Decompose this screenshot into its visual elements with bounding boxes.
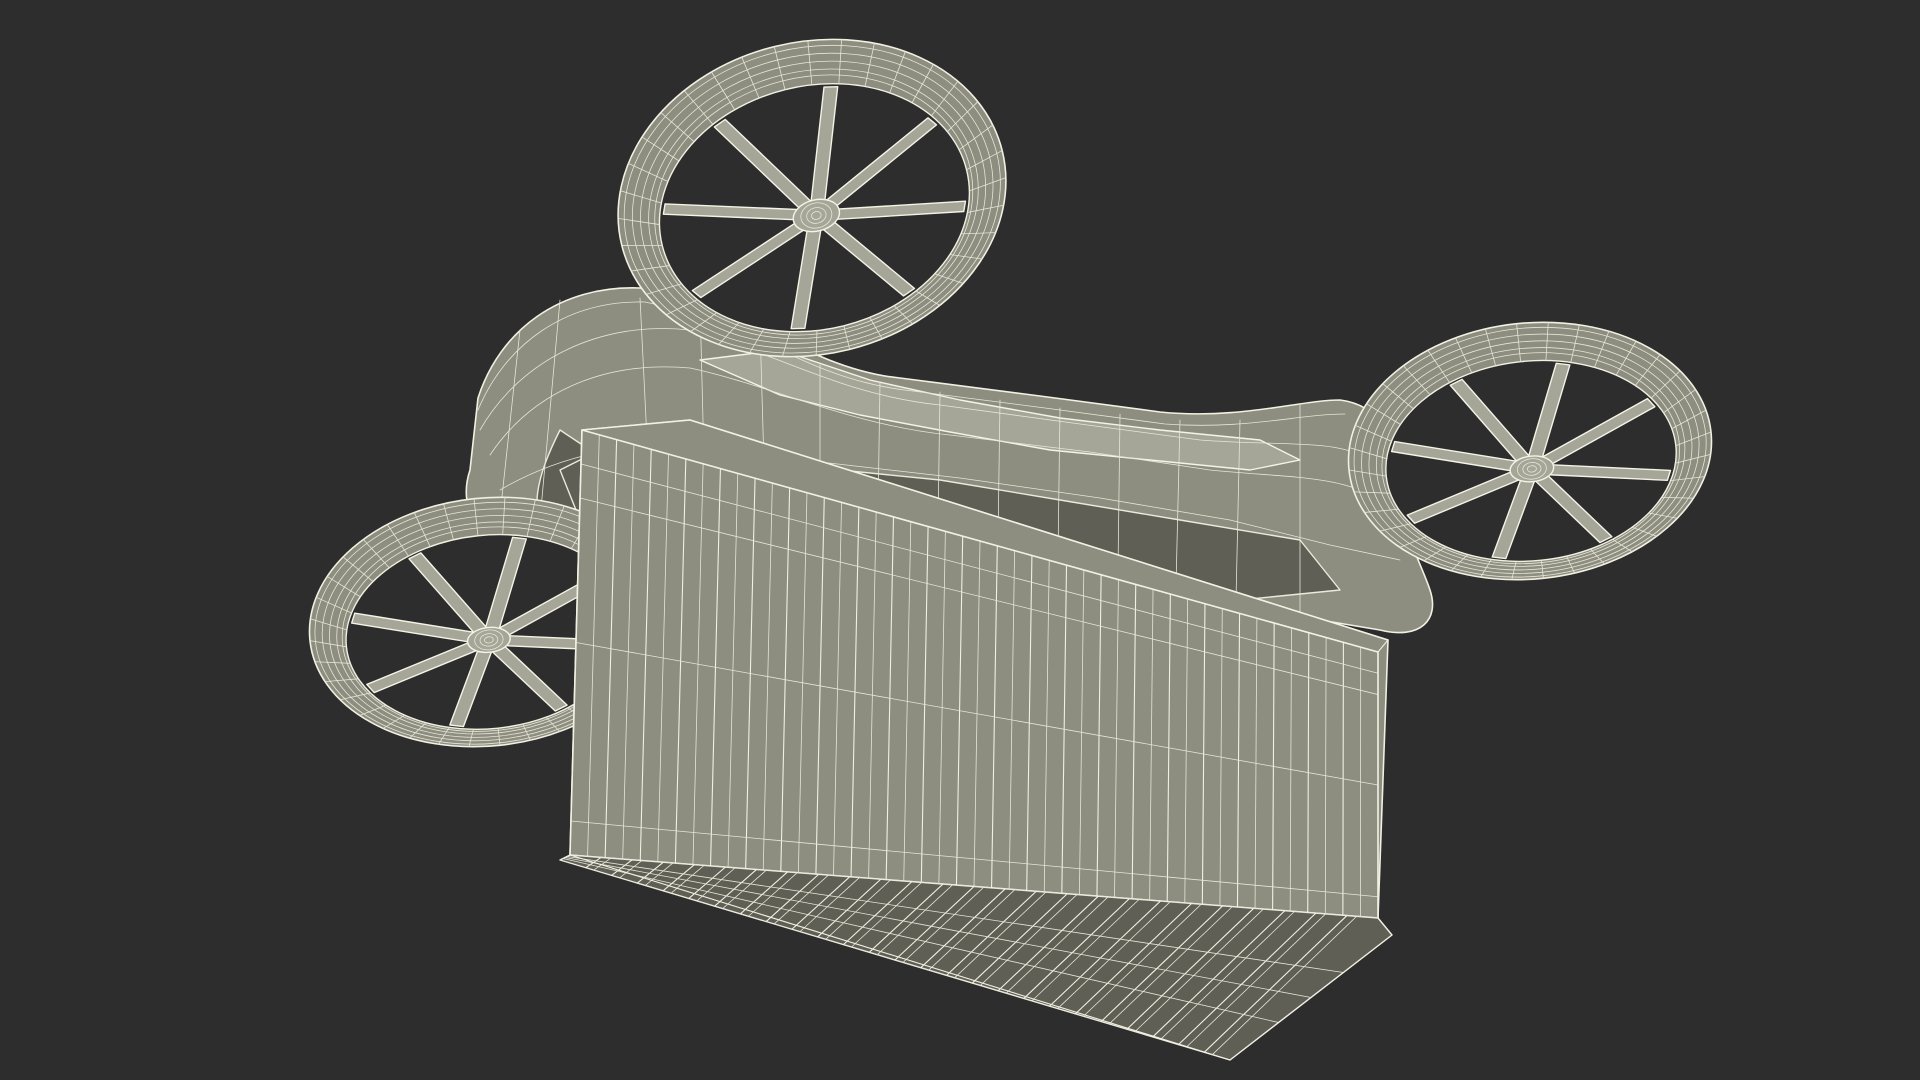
wireframe-render-canvas: [308, 38, 1713, 1061]
